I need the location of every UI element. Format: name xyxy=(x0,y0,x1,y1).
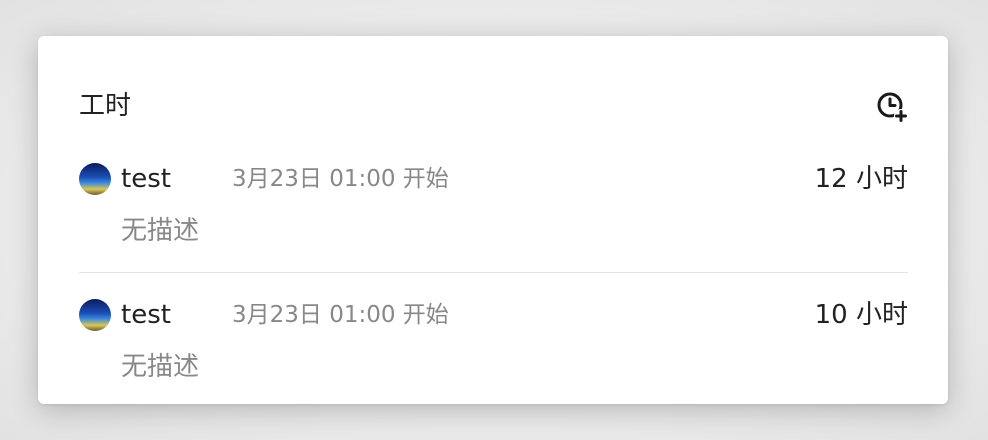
card-header: 工时 xyxy=(79,88,908,124)
worklog-card: 工时 test 3月23日 01:00 开始 12 小时 无描述 test 3月… xyxy=(38,36,948,404)
entry-description: 无描述 xyxy=(121,352,200,382)
entry-description: 无描述 xyxy=(121,216,200,246)
entry-username[interactable]: test xyxy=(121,160,171,198)
entry-divider xyxy=(79,272,908,273)
clock-plus-icon xyxy=(877,92,908,123)
entry-duration: 10 小时 xyxy=(814,300,908,330)
worklog-entry: test 3月23日 01:00 开始 12 小时 无描述 xyxy=(79,160,908,260)
card-title: 工时 xyxy=(79,91,132,121)
worklog-entry: test 3月23日 01:00 开始 10 小时 无描述 xyxy=(79,296,908,396)
entry-username[interactable]: test xyxy=(121,296,171,334)
entry-start-time: 3月23日 01:00 开始 xyxy=(232,166,449,192)
entry-header: test 3月23日 01:00 开始 10 小时 xyxy=(79,296,908,334)
backdrop: 工时 test 3月23日 01:00 开始 12 小时 无描述 test 3月… xyxy=(0,0,988,440)
entry-start-time: 3月23日 01:00 开始 xyxy=(232,302,449,328)
avatar[interactable] xyxy=(79,299,111,331)
entry-header: test 3月23日 01:00 开始 12 小时 xyxy=(79,160,908,198)
add-worklog-button[interactable] xyxy=(876,91,908,123)
entry-duration: 12 小时 xyxy=(814,164,908,194)
avatar[interactable] xyxy=(79,163,111,195)
